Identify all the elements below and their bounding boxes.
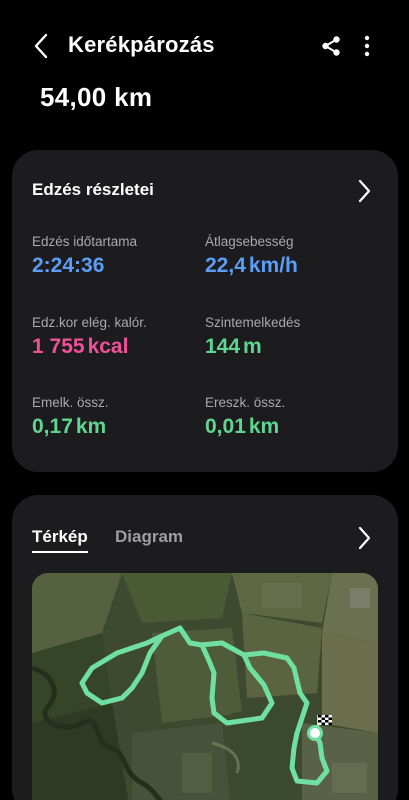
chevron-right-icon [358,179,371,203]
stat-calories: Edz.kor elég. kalór. 1 755 kcal [32,315,147,359]
stat-avg-speed: Átlagsebesség 22,4 km/h [205,234,298,278]
route-map[interactable] [32,573,378,800]
details-open-button[interactable] [354,178,374,204]
stat-label: Átlagsebesség [205,234,294,249]
chevron-right-icon [358,526,371,550]
stat-unit: km [248,415,280,438]
stat-label: Edzés időtartama [32,234,138,249]
stat-number: 2:24:36 [32,254,105,277]
details-card-title: Edzés részletei [32,180,154,199]
stat-number: 1 755 [32,335,85,358]
stat-number: 22,4 [205,254,246,277]
stat-number: 0,17 [32,415,73,438]
stat-label: Emelk. össz. [32,395,109,410]
stat-value: 2:24:36 [32,254,137,278]
stat-unit: kcal [87,335,129,358]
top-app-bar: Kerékpározás [0,20,409,72]
stat-unit: km/h [248,254,298,277]
tab-diagram[interactable]: Diagram [115,527,183,547]
more-vertical-icon [364,35,370,57]
stat-elevation-gain: Szintemelkedés 144 m [205,315,300,359]
stat-label: Ereszk. össz. [205,395,286,410]
stat-total-ascent: Emelk. össz. 0,17 km [32,395,109,439]
share-button[interactable] [318,32,344,60]
workout-detail-screen: Kerékpározás 54,00 km Edzés részletei Ed… [0,0,409,800]
stat-value: 0,17 km [32,415,109,439]
stat-number: 0,01 [205,415,246,438]
stat-unit: m [243,335,262,358]
tab-map[interactable]: Térkép [32,527,88,553]
stat-value: 1 755 kcal [32,335,147,359]
stat-total-descent: Ereszk. össz. 0,01 km [205,395,285,439]
workout-details-card[interactable]: Edzés részletei Edzés időtartama 2:24:36… [12,150,398,472]
start-marker-icon [307,725,323,741]
stat-label: Edz.kor elég. kalór. [32,315,147,330]
stat-number: 144 [205,335,241,358]
map-card: Térkép Diagram [12,495,398,800]
stat-value: 144 m [205,335,300,359]
more-options-button[interactable] [356,32,378,60]
stat-value: 22,4 km/h [205,254,298,278]
map-open-button[interactable] [354,525,374,551]
total-distance: 54,00 km [40,82,153,112]
chevron-left-icon [34,33,48,59]
stat-label: Szintemelkedés [205,315,301,330]
stat-value: 0,01 km [205,415,285,439]
stat-unit: km [75,415,107,438]
satellite-map-image [32,573,378,800]
back-button[interactable] [26,30,56,62]
stat-duration: Edzés időtartama 2:24:36 [32,234,137,278]
share-icon [322,36,340,56]
page-title: Kerékpározás [68,32,215,57]
